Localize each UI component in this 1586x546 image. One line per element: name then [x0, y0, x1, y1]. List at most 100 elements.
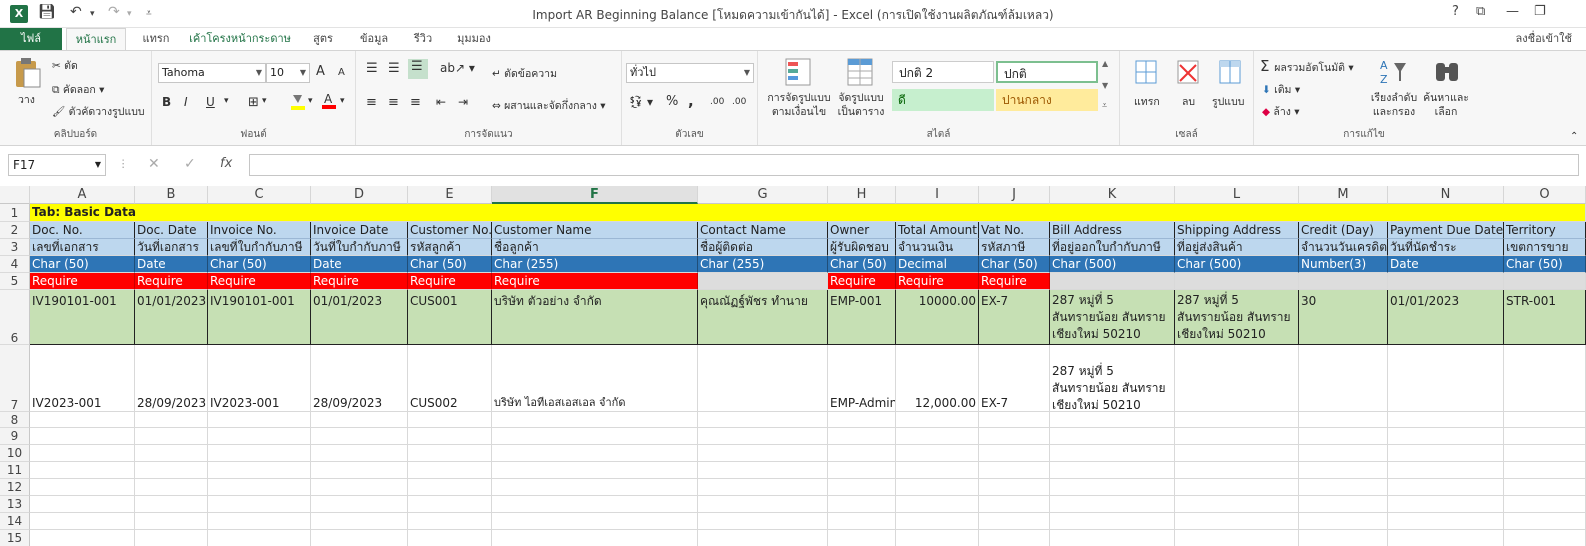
cell-j9[interactable]	[979, 428, 1050, 445]
cell-h5[interactable]: Require	[828, 273, 896, 290]
cell-a10[interactable]	[30, 445, 135, 462]
cell-a15[interactable]	[30, 530, 135, 546]
cell-f5[interactable]: Require	[492, 273, 698, 290]
cell-m3[interactable]: จำนวนวันเครดิต	[1299, 239, 1388, 256]
cell-f3[interactable]: ชื่อลูกค้า	[492, 239, 698, 256]
wrap-text-button[interactable]: ↵ ตัดข้อความ	[492, 65, 557, 82]
cell-a13[interactable]	[30, 496, 135, 513]
cell-a11[interactable]	[30, 462, 135, 479]
cell-o10[interactable]	[1504, 445, 1586, 462]
underline-dropdown-icon[interactable]: ▾	[224, 96, 229, 106]
cell-d3[interactable]: วันที่ใบกำกับภาษี	[311, 239, 408, 256]
align-center-icon[interactable]: ≡	[388, 95, 399, 110]
cell-j6[interactable]: EX-7	[979, 290, 1050, 345]
sheet-title-cell[interactable]: Tab: Basic Data	[30, 204, 1586, 222]
font-color-icon[interactable]: A	[322, 92, 336, 110]
delete-cells-icon[interactable]	[1174, 57, 1202, 87]
cell-o2[interactable]: Territory	[1504, 222, 1586, 239]
insert-cells-icon[interactable]	[1132, 57, 1160, 87]
cell-f12[interactable]	[492, 479, 698, 496]
row-header-2[interactable]: 2	[0, 222, 30, 239]
cell-f10[interactable]	[492, 445, 698, 462]
cell-e15[interactable]	[408, 530, 492, 546]
select-all-corner[interactable]	[0, 186, 30, 204]
cell-k7[interactable]: 287 หมู่ที่ 5 สันทรายน้อย สันทราย เชียงใ…	[1050, 345, 1175, 412]
cell-o5[interactable]	[1504, 273, 1586, 290]
cell-k4[interactable]: Char (500)	[1050, 256, 1175, 273]
cell-l3[interactable]: ที่อยู่ส่งสินค้า	[1175, 239, 1299, 256]
conditional-format-button[interactable]: การจัดรูปแบบ ตามเงื่อนไข	[766, 91, 832, 119]
cell-g5[interactable]	[698, 273, 828, 290]
paste-icon[interactable]	[12, 57, 42, 89]
cell-k6[interactable]: 287 หมู่ที่ 5 สันทรายน้อย สันทราย เชียงใ…	[1050, 290, 1175, 345]
cell-f11[interactable]	[492, 462, 698, 479]
cell-b15[interactable]	[135, 530, 208, 546]
insert-cells-button[interactable]: แทรก	[1134, 93, 1160, 110]
font-color-dropdown-icon[interactable]: ▾	[340, 96, 345, 106]
cell-j11[interactable]	[979, 462, 1050, 479]
cell-n3[interactable]: วันที่นัดชำระ	[1388, 239, 1504, 256]
cell-k9[interactable]	[1050, 428, 1175, 445]
cell-m13[interactable]	[1299, 496, 1388, 513]
cell-c6[interactable]: IV190101-001	[208, 290, 311, 345]
cell-e3[interactable]: รหัสลูกค้า	[408, 239, 492, 256]
tab-view[interactable]: มุมมอง	[450, 28, 498, 50]
cell-o6[interactable]: STR-001	[1504, 290, 1586, 345]
cell-a9[interactable]	[30, 428, 135, 445]
row-header-12[interactable]: 12	[0, 479, 30, 496]
cell-a5[interactable]: Require	[30, 273, 135, 290]
cell-d9[interactable]	[311, 428, 408, 445]
cell-e2[interactable]: Customer No.	[408, 222, 492, 239]
column-header-e[interactable]: E	[408, 186, 492, 204]
cell-e14[interactable]	[408, 513, 492, 530]
cell-e6[interactable]: CUS001	[408, 290, 492, 345]
cell-a2[interactable]: Doc. No.	[30, 222, 135, 239]
cell-n10[interactable]	[1388, 445, 1504, 462]
sort-filter-icon[interactable]: AZ	[1378, 57, 1408, 87]
cell-c15[interactable]	[208, 530, 311, 546]
merge-center-button[interactable]: ⇔ ผสานและจัดกึ่งกลาง ▾	[492, 97, 606, 114]
cell-b11[interactable]	[135, 462, 208, 479]
cell-j10[interactable]	[979, 445, 1050, 462]
grow-font-button[interactable]: A	[316, 64, 325, 79]
decrease-indent-icon[interactable]: ⇤	[436, 95, 446, 109]
cell-i14[interactable]	[896, 513, 979, 530]
orientation-icon[interactable]: ab↗ ▾	[440, 61, 475, 75]
cell-c4[interactable]: Char (50)	[208, 256, 311, 273]
cell-h2[interactable]: Owner	[828, 222, 896, 239]
cell-n2[interactable]: Payment Due Date	[1388, 222, 1504, 239]
cell-j7[interactable]: EX-7	[979, 345, 1050, 412]
decrease-decimal-button[interactable]: .00	[732, 97, 746, 107]
cell-l13[interactable]	[1175, 496, 1299, 513]
cell-b8[interactable]	[135, 412, 208, 428]
cell-h7[interactable]: EMP-Admin	[828, 345, 896, 412]
cell-g15[interactable]	[698, 530, 828, 546]
cell-d12[interactable]	[311, 479, 408, 496]
cell-l10[interactable]	[1175, 445, 1299, 462]
row-header-11[interactable]: 11	[0, 462, 30, 479]
cell-c13[interactable]	[208, 496, 311, 513]
cell-b4[interactable]: Date	[135, 256, 208, 273]
cell-c11[interactable]	[208, 462, 311, 479]
tab-home[interactable]: หน้าแรก	[66, 28, 126, 50]
column-header-o[interactable]: O	[1504, 186, 1586, 204]
cell-i9[interactable]	[896, 428, 979, 445]
cell-l2[interactable]: Shipping Address	[1175, 222, 1299, 239]
align-bottom-icon[interactable]: ☰	[408, 59, 428, 79]
column-header-m[interactable]: M	[1299, 186, 1388, 204]
cell-m14[interactable]	[1299, 513, 1388, 530]
formula-input[interactable]	[249, 154, 1579, 176]
cell-f4[interactable]: Char (255)	[492, 256, 698, 273]
cell-n12[interactable]	[1388, 479, 1504, 496]
cell-d5[interactable]: Require	[311, 273, 408, 290]
copy-button[interactable]: ⧉ คัดลอก ▾	[52, 81, 104, 98]
cell-k2[interactable]: Bill Address	[1050, 222, 1175, 239]
cell-a7[interactable]: IV2023-001	[30, 345, 135, 412]
cell-n9[interactable]	[1388, 428, 1504, 445]
cell-i6[interactable]: 10000.00	[896, 290, 979, 345]
bold-button[interactable]: B	[162, 95, 171, 109]
cell-b6[interactable]: 01/01/2023	[135, 290, 208, 345]
cell-o7[interactable]	[1504, 345, 1586, 412]
sign-in-link[interactable]: ลงชื่อเข้าใช้	[1516, 28, 1572, 50]
cell-b14[interactable]	[135, 513, 208, 530]
